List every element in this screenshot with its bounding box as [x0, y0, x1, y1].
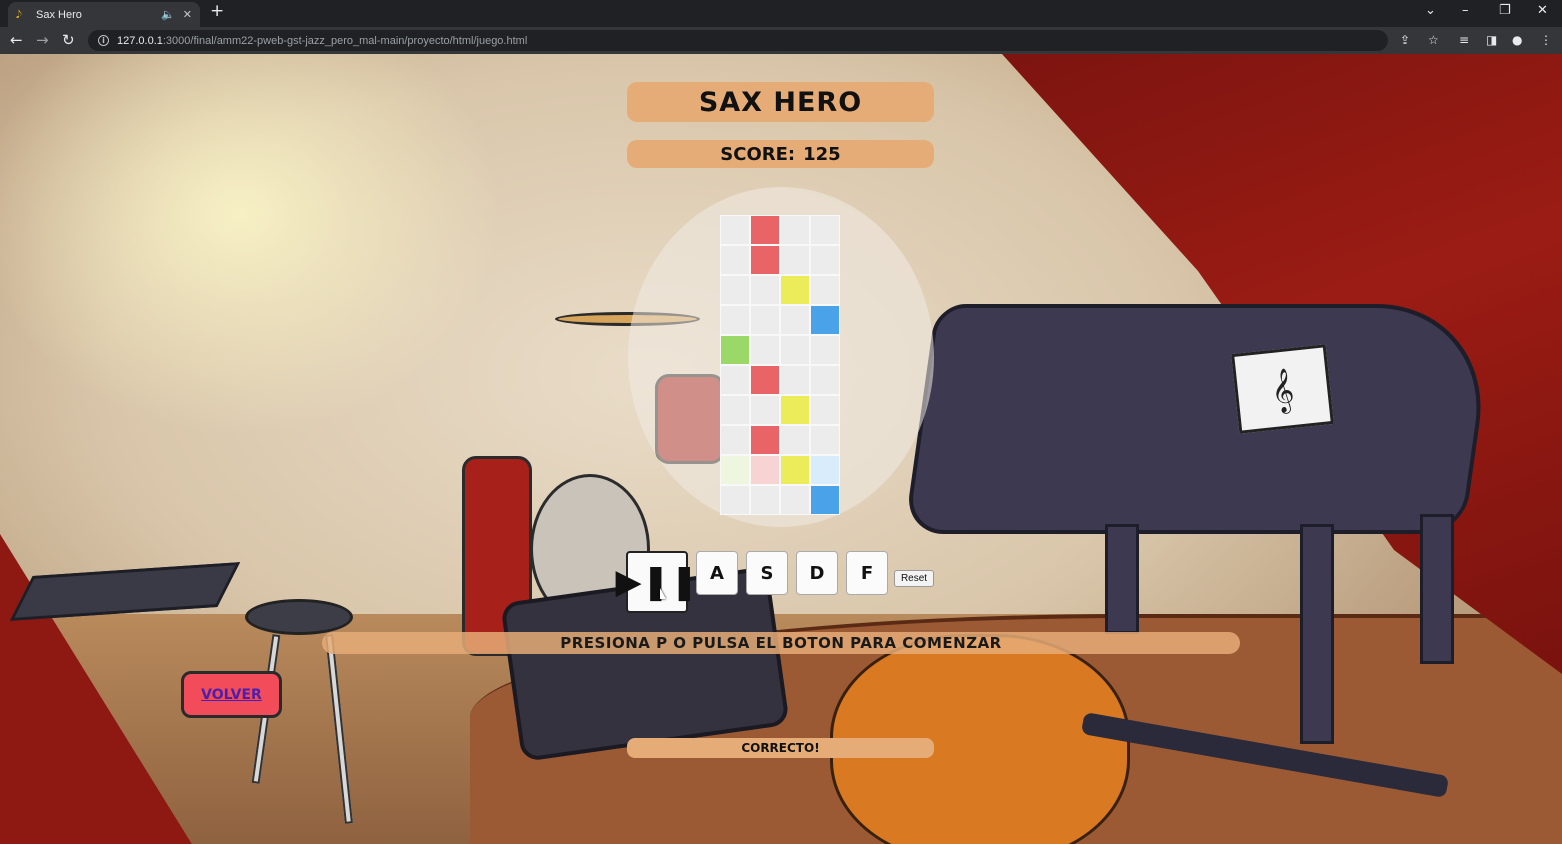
piano-leg [1300, 524, 1334, 744]
empty-cell [720, 365, 750, 395]
empty-cell [780, 365, 810, 395]
empty-cell [780, 425, 810, 455]
feedback-text: CORRECTO! [627, 738, 934, 758]
share-icon[interactable]: ⇪ [1400, 33, 1410, 47]
browser-tab[interactable]: 𝅘𝅥𝅮 Sax Hero 🔈 ✕ [8, 2, 200, 27]
url-field[interactable]: i 127.0.0.1:3000/final/amm22-pweb-gst-ja… [88, 30, 1388, 51]
new-tab-icon[interactable]: + [210, 3, 224, 20]
empty-cell [720, 275, 750, 305]
play-pause-button[interactable]: ▶❚❚ [615, 551, 699, 613]
bookmark-star-icon[interactable]: ☆ [1428, 33, 1439, 47]
empty-cell [780, 485, 810, 515]
instruction-text: PRESIONA P O PULSA EL BOTON PARA COMENZA… [322, 632, 1240, 654]
empty-cell [810, 275, 840, 305]
empty-cell [780, 335, 810, 365]
note-cell-yellow [780, 275, 810, 305]
mouse-cursor [660, 588, 666, 599]
note-cell-red [750, 365, 780, 395]
restore-icon[interactable]: ❐ [1499, 3, 1511, 18]
empty-cell [720, 245, 750, 275]
key-d-button[interactable]: D [796, 551, 838, 595]
note-cell-yellow [780, 455, 810, 485]
empty-cell [720, 485, 750, 515]
note-cell-blue [810, 305, 840, 335]
media-list-icon[interactable]: ≡ [1459, 33, 1469, 47]
speaker-icon[interactable]: 🔈 [161, 8, 175, 21]
game-page: 𝄞 SAX HERO SCORE: 125 ▶❚❚ A S D F Reset … [0, 54, 1562, 844]
note-cell-red [750, 425, 780, 455]
grand-piano [903, 304, 1497, 534]
forward-icon[interactable]: → [36, 31, 49, 49]
note-cell-red [750, 245, 780, 275]
empty-cell [750, 335, 780, 365]
game-title: SAX HERO [627, 82, 934, 122]
treble-clef-sheet: 𝄞 [1231, 344, 1334, 434]
kebab-menu-icon[interactable]: ⋮ [1540, 33, 1552, 47]
empty-cell [720, 425, 750, 455]
back-icon[interactable]: ← [10, 31, 23, 49]
reset-button[interactable]: Reset [894, 570, 934, 587]
empty-cell [780, 245, 810, 275]
side-panel-icon[interactable]: ◨ [1486, 33, 1497, 47]
empty-cell [720, 215, 750, 245]
note-grid [720, 215, 842, 518]
key-f-button[interactable]: F [846, 551, 888, 595]
profile-icon[interactable]: ● [1512, 33, 1522, 47]
note-cell-blue [810, 485, 840, 515]
tab-title: Sax Hero [36, 8, 82, 21]
window-close-icon[interactable]: ✕ [1537, 3, 1548, 18]
chevron-down-icon[interactable]: ⌄ [1425, 3, 1436, 18]
note-cell-yellow [780, 395, 810, 425]
browser-tab-strip: 𝅘𝅥𝅮 Sax Hero 🔈 ✕ + ⌄ – ❐ ✕ [0, 0, 1562, 27]
address-bar-row: ← → ↻ i 127.0.0.1:3000/final/amm22-pweb-… [0, 27, 1562, 54]
reload-icon[interactable]: ↻ [62, 31, 75, 49]
side-table [9, 562, 241, 621]
empty-cell [780, 305, 810, 335]
empty-cell [750, 395, 780, 425]
empty-cell [810, 335, 840, 365]
saxophone-icon: 𝅘𝅥𝅮 [16, 7, 22, 21]
piano-leg [1420, 514, 1454, 664]
empty-cell [720, 305, 750, 335]
empty-cell [750, 305, 780, 335]
empty-cell [810, 215, 840, 245]
empty-cell [750, 275, 780, 305]
info-icon[interactable]: i [98, 35, 109, 46]
note-cell-green-faded [720, 455, 750, 485]
piano-leg [1105, 524, 1139, 634]
empty-cell [810, 365, 840, 395]
key-a-button[interactable]: A [696, 551, 738, 595]
empty-cell [810, 425, 840, 455]
empty-cell [810, 395, 840, 425]
score-panel: SCORE: 125 [627, 140, 934, 168]
minimize-icon[interactable]: – [1462, 3, 1469, 18]
empty-cell [810, 245, 840, 275]
note-cell-green [720, 335, 750, 365]
score-value: 125 [803, 143, 841, 165]
note-cell-blue-faded [810, 455, 840, 485]
back-button[interactable]: VOLVER [181, 671, 282, 718]
empty-cell [780, 215, 810, 245]
close-icon[interactable]: ✕ [183, 8, 192, 21]
empty-cell [720, 395, 750, 425]
score-label: SCORE: [720, 143, 796, 165]
note-cell-red-faded [750, 455, 780, 485]
note-cell-red [750, 215, 780, 245]
key-s-button[interactable]: S [746, 551, 788, 595]
url-text: 127.0.0.1:3000/final/amm22-pweb-gst-jazz… [117, 34, 528, 47]
empty-cell [750, 485, 780, 515]
stool-seat [245, 599, 353, 635]
